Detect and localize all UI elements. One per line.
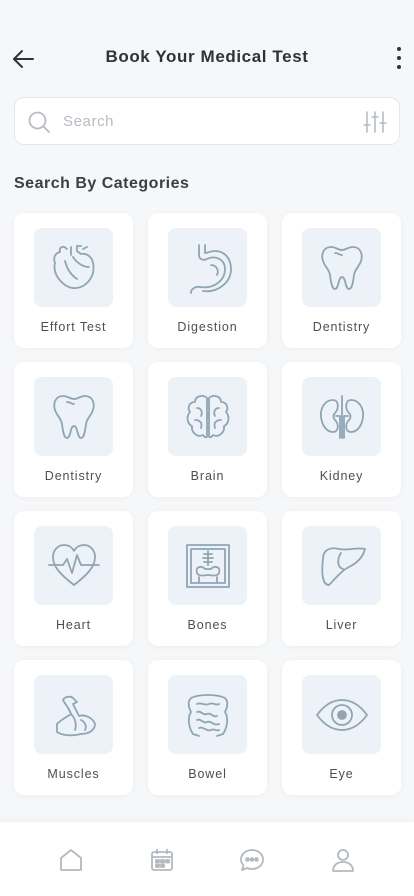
- category-label: Digestion: [177, 320, 238, 334]
- category-icon-box: [168, 526, 247, 605]
- category-card-dentistry[interactable]: Dentistry: [14, 362, 133, 497]
- intestine-icon: [187, 693, 228, 737]
- category-label: Effort Test: [40, 320, 107, 334]
- calendar-icon: [150, 849, 173, 871]
- tooth-icon: [320, 245, 363, 290]
- category-card-digestion[interactable]: Digestion: [148, 213, 267, 348]
- brain-icon: [186, 394, 229, 438]
- category-label: Heart: [55, 618, 92, 632]
- category-label: Liver: [325, 618, 358, 632]
- category-icon-box: [34, 675, 113, 754]
- category-label: Brain: [190, 469, 225, 483]
- category-label: Dentistry: [44, 469, 103, 483]
- category-icon-box: [302, 377, 381, 456]
- more-dot-icon: [397, 56, 401, 60]
- search-bar: [14, 97, 400, 145]
- search-input[interactable]: [63, 108, 343, 134]
- category-icon-box: [168, 377, 247, 456]
- category-card-dentistry[interactable]: Dentistry: [282, 213, 401, 348]
- category-icon-box: [302, 526, 381, 605]
- category-label: Bones: [187, 618, 228, 632]
- category-card-bones[interactable]: Bones: [148, 511, 267, 646]
- category-card-effort-test[interactable]: Effort Test: [14, 213, 133, 348]
- category-grid: Effort Test Digestion Dentistry Dentistr…: [14, 213, 401, 795]
- category-card-brain[interactable]: Brain: [148, 362, 267, 497]
- app-header: Book Your Medical Test: [0, 0, 414, 100]
- category-card-eye[interactable]: Eye: [282, 660, 401, 795]
- more-dot-icon: [397, 65, 401, 69]
- category-label: Eye: [329, 767, 354, 781]
- heart-organ-icon: [52, 244, 94, 289]
- stomach-icon: [189, 243, 232, 294]
- category-icon-box: [34, 377, 113, 456]
- category-card-bowel[interactable]: Bowel: [148, 660, 267, 795]
- eye-icon: [315, 698, 368, 731]
- category-card-liver[interactable]: Liver: [282, 511, 401, 646]
- chat-icon: [240, 849, 265, 871]
- category-label: Kidney: [319, 469, 364, 483]
- nav-chat[interactable]: [237, 845, 267, 875]
- more-options-button[interactable]: [392, 44, 406, 72]
- profile-icon: [331, 849, 354, 872]
- more-dot-icon: [397, 47, 401, 51]
- kidney-icon: [319, 394, 364, 439]
- category-icon-box: [34, 228, 113, 307]
- liver-icon: [320, 546, 366, 586]
- page-title: Book Your Medical Test: [105, 47, 309, 66]
- tooth-icon: [52, 394, 95, 439]
- section-title: Search By Categories: [14, 175, 190, 192]
- category-icon-box: [34, 526, 113, 605]
- category-card-kidney[interactable]: Kidney: [282, 362, 401, 497]
- category-icon-box: [168, 675, 247, 754]
- category-icon-box: [302, 228, 381, 307]
- home-icon: [60, 849, 83, 871]
- search-icon: [28, 111, 50, 133]
- category-label: Muscles: [47, 767, 100, 781]
- bottom-navigation: [0, 822, 414, 896]
- filter-sliders-icon[interactable]: [363, 110, 387, 134]
- category-icon-box: [302, 675, 381, 754]
- category-label: Dentistry: [312, 320, 371, 334]
- category-icon-box: [168, 228, 247, 307]
- heartbeat-icon: [47, 543, 100, 586]
- muscle-arm-icon: [55, 695, 96, 736]
- xray-bones-icon: [185, 543, 230, 588]
- nav-home[interactable]: [56, 845, 86, 875]
- category-card-muscles[interactable]: Muscles: [14, 660, 133, 795]
- nav-calendar[interactable]: [147, 845, 177, 875]
- nav-profile[interactable]: [328, 845, 358, 875]
- category-card-heart[interactable]: Heart: [14, 511, 133, 646]
- category-label: Bowel: [188, 767, 227, 781]
